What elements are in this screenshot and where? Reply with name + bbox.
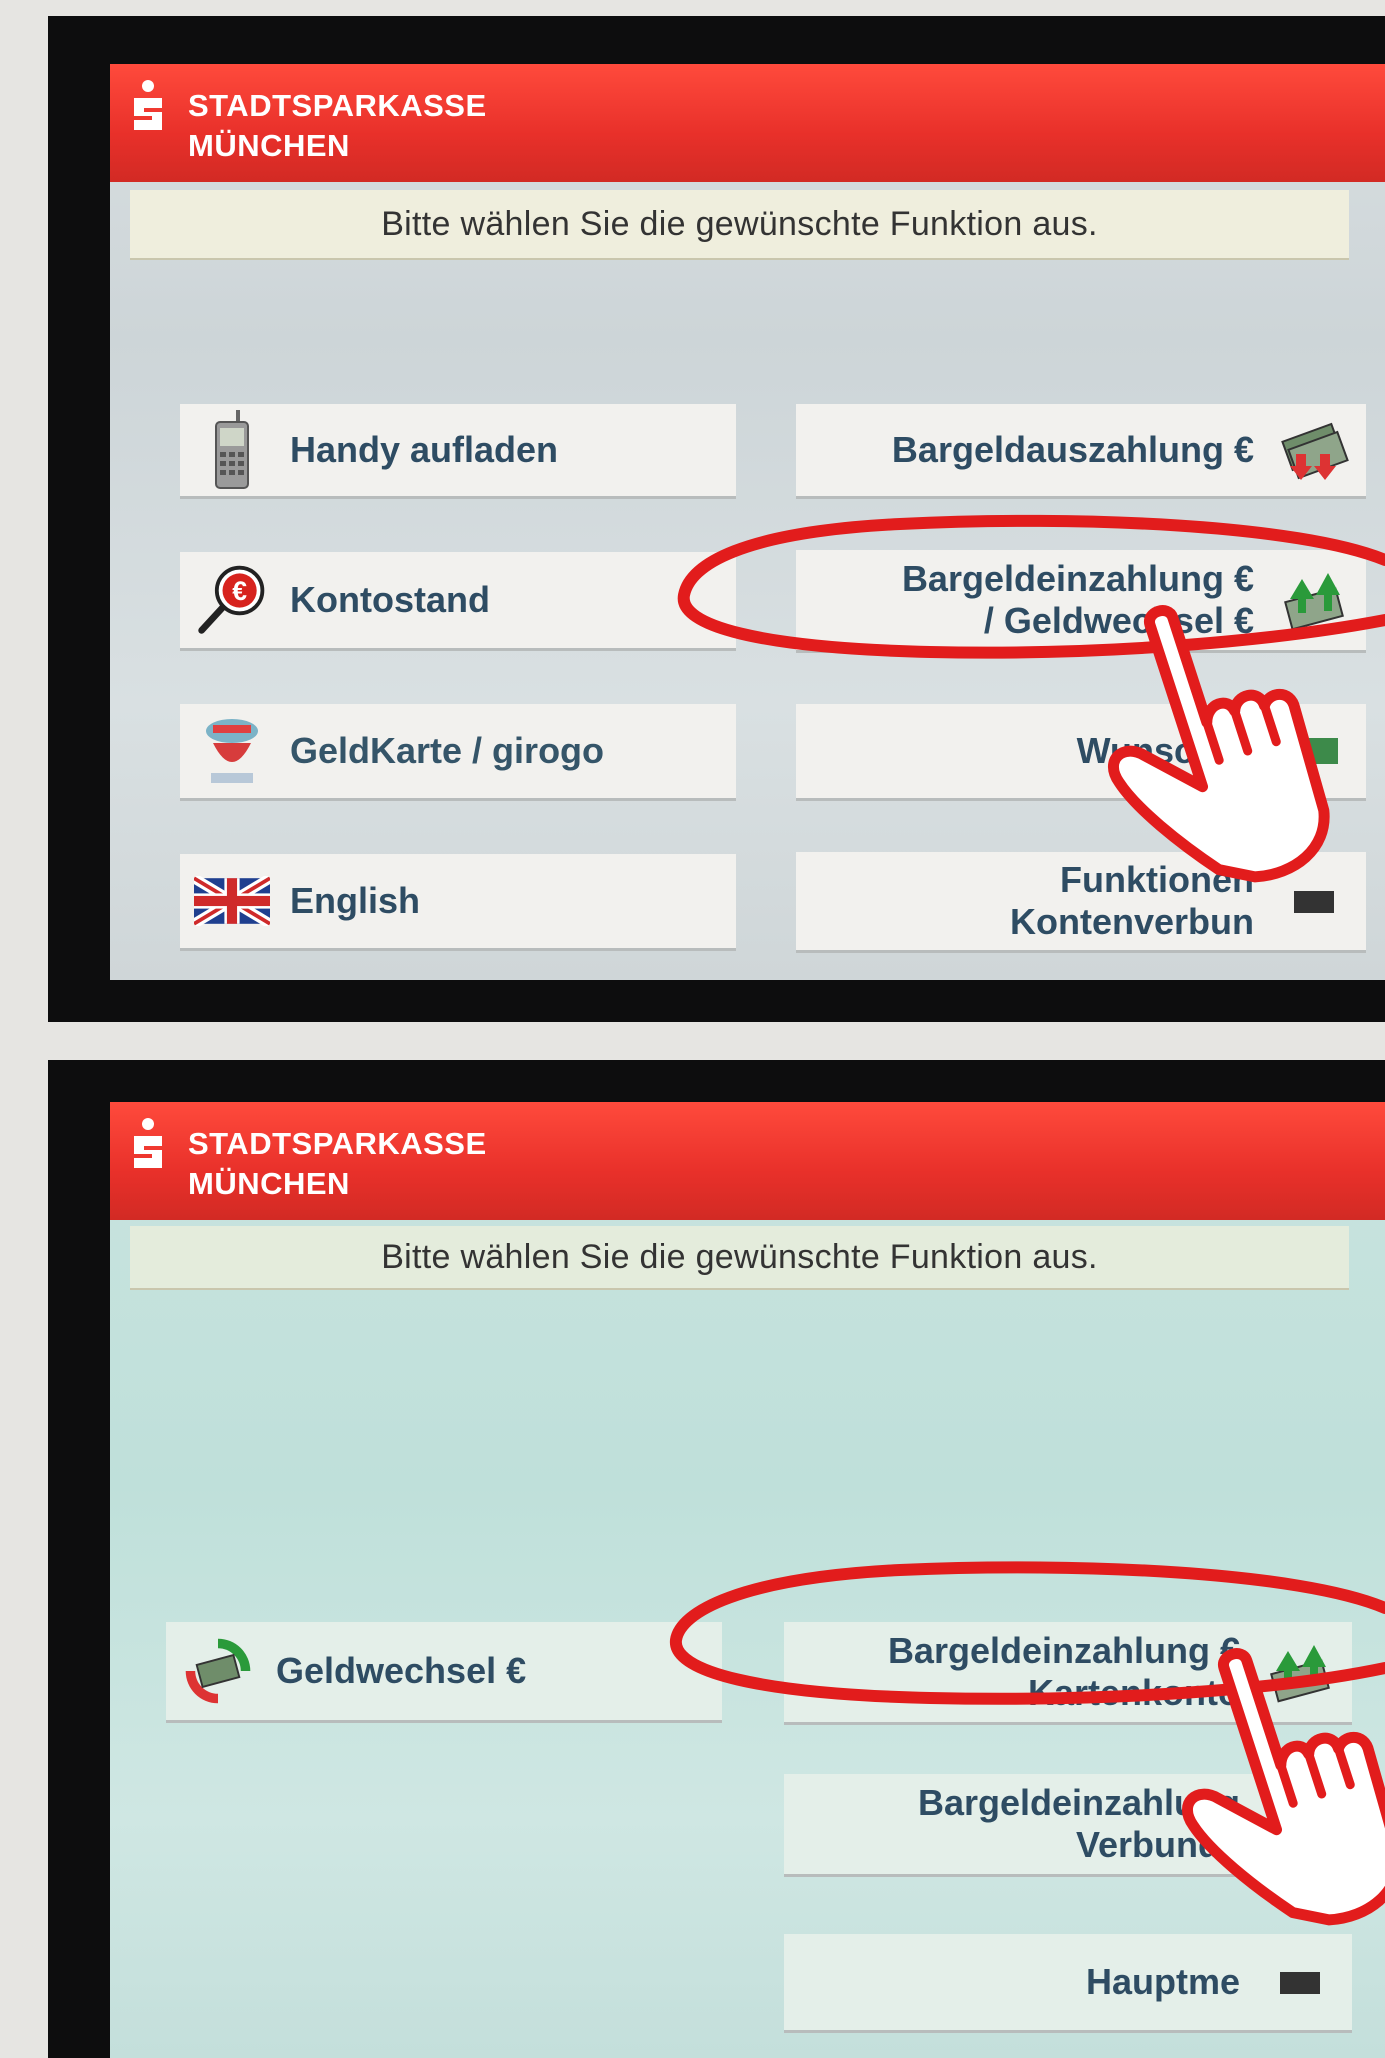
atm-display: STADTSPARKASSE MÜNCHEN Bitte wählen Sie … bbox=[110, 64, 1385, 980]
button-label-line2: Kontenverbun bbox=[1009, 901, 1254, 942]
atm-display: STADTSPARKASSE MÜNCHEN Bitte wählen Sie … bbox=[110, 1102, 1385, 2058]
button-account-link-functions[interactable]: Funktionen Kontenverbun bbox=[796, 852, 1366, 950]
button-currency-exchange[interactable]: Geldwechsel € bbox=[166, 1622, 722, 1720]
button-label-line2: Verbundk bbox=[1075, 1824, 1240, 1865]
button-cash-withdrawal[interactable]: Bargeldauszahlung € bbox=[796, 404, 1366, 496]
cash-deposit-icon bbox=[1276, 562, 1352, 638]
button-label-line2: / Geldwechsel € bbox=[983, 600, 1254, 641]
uk-flag-icon bbox=[194, 863, 270, 939]
account-link-icon bbox=[1276, 863, 1352, 939]
atm-screen-deposit-menu: STADTSPARKASSE MÜNCHEN Bitte wählen Sie … bbox=[48, 1060, 1385, 2058]
bank-name: STADTSPARKASSE MÜNCHEN bbox=[188, 1124, 487, 1204]
button-label: Handy aufladen bbox=[290, 429, 559, 470]
instruction-prompt: Bitte wählen Sie die gewünschte Funktion… bbox=[130, 190, 1349, 260]
button-english[interactable]: English bbox=[180, 854, 736, 948]
button-label-multiline: Bargeldeinzahlung € Kartenkonto bbox=[888, 1630, 1240, 1714]
bank-name-line2: MÜNCHEN bbox=[188, 1166, 350, 1201]
button-label-multiline: Bargeldeinzahlung € / Geldwechsel € bbox=[902, 558, 1254, 642]
mobile-phone-icon bbox=[194, 410, 270, 489]
instruction-prompt: Bitte wählen Sie die gewünschte Funktion… bbox=[130, 1226, 1349, 1290]
button-label-line1: Bargeldeinzahlung € bbox=[901, 558, 1254, 599]
button-label-multiline: Bargeldeinzahlung Verbundk bbox=[918, 1782, 1240, 1866]
button-label-line2: Kartenkonto bbox=[1027, 1672, 1240, 1713]
bank-header: STADTSPARKASSE MÜNCHEN bbox=[110, 64, 1385, 182]
button-cash-deposit-exchange[interactable]: Bargeldeinzahlung € / Geldwechsel € bbox=[796, 550, 1366, 650]
button-label-line1: Bargeldeinzahlung € bbox=[887, 1630, 1240, 1671]
button-cash-deposit-linked-account[interactable]: Bargeldeinzahlung Verbundk bbox=[784, 1774, 1352, 1874]
magnifier-euro-icon: € bbox=[194, 562, 270, 638]
bank-header: STADTSPARKASSE MÜNCHEN bbox=[110, 1102, 1385, 1220]
button-label: Kontostand bbox=[290, 579, 490, 620]
main-menu-icon bbox=[1262, 1944, 1338, 2020]
currency-exchange-icon bbox=[180, 1633, 256, 1709]
button-label: Geldwechsel € bbox=[276, 1650, 527, 1691]
atm-screen-main-menu: STADTSPARKASSE MÜNCHEN Bitte wählen Sie … bbox=[48, 16, 1385, 1022]
sparkasse-logo-icon bbox=[134, 1118, 162, 1168]
cash-withdrawal-icon bbox=[1276, 412, 1352, 488]
bank-name-line1: STADTSPARKASSE bbox=[188, 88, 487, 123]
button-main-menu[interactable]: Hauptme bbox=[784, 1934, 1352, 2030]
svg-text:€: € bbox=[232, 576, 247, 606]
bank-name-line2: MÜNCHEN bbox=[188, 128, 350, 163]
button-label: Bargeldauszahlung € bbox=[891, 429, 1254, 470]
button-geldkarte[interactable]: GeldKarte / girogo bbox=[180, 704, 736, 798]
button-account-balance[interactable]: € Kontostand bbox=[180, 552, 736, 648]
cash-deposit-icon bbox=[1262, 1634, 1338, 1710]
cash-deposit-icon bbox=[1262, 1786, 1338, 1862]
button-label-multiline: Funktionen Kontenverbun bbox=[1010, 859, 1254, 943]
button-label: English bbox=[290, 880, 421, 921]
button-label-line1: Funktionen bbox=[1060, 859, 1254, 900]
button-custom-amount[interactable]: Wunsch-B bbox=[796, 704, 1366, 798]
button-label-line1: Bargeldeinzahlung bbox=[917, 1782, 1240, 1823]
button-mobile-topup[interactable]: Handy aufladen bbox=[180, 404, 736, 496]
sparkasse-logo-icon bbox=[134, 80, 162, 130]
bank-name: STADTSPARKASSE MÜNCHEN bbox=[188, 86, 487, 166]
bank-name-line1: STADTSPARKASSE bbox=[188, 1126, 487, 1161]
button-label: Wunsch-B bbox=[1076, 730, 1254, 771]
button-label: GeldKarte / girogo bbox=[290, 730, 605, 771]
geldkarte-icon bbox=[194, 713, 270, 789]
cash-icon bbox=[1276, 713, 1352, 789]
button-label: Hauptme bbox=[1085, 1961, 1240, 2002]
button-cash-deposit-card-account[interactable]: Bargeldeinzahlung € Kartenkonto bbox=[784, 1622, 1352, 1722]
